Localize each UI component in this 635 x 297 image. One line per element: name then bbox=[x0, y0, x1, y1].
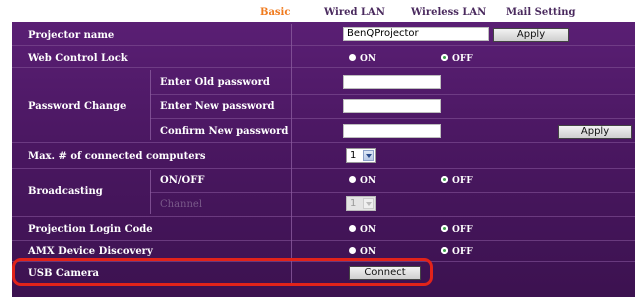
row-divider bbox=[12, 142, 635, 143]
row-divider bbox=[12, 216, 635, 217]
broadcasting-onoff-label: ON/OFF bbox=[160, 175, 205, 186]
radio-dot-icon bbox=[349, 247, 356, 254]
old-password-label: Enter Old password bbox=[160, 77, 270, 88]
column-divider bbox=[150, 70, 151, 140]
column-divider bbox=[291, 24, 292, 286]
channel-label: Channel bbox=[160, 199, 203, 210]
max-connected-select[interactable]: 1 bbox=[346, 148, 376, 163]
tab-basic[interactable]: Basic bbox=[260, 7, 290, 18]
usb-camera-highlight bbox=[12, 258, 433, 286]
web-control-lock-label: Web Control Lock bbox=[28, 53, 128, 64]
channel-select: 1 bbox=[346, 196, 376, 211]
tab-bar: Basic Wired LAN Wireless LAN Mail Settin… bbox=[0, 0, 635, 20]
row-divider bbox=[12, 240, 635, 241]
row-divider bbox=[150, 118, 635, 119]
projector-name-input[interactable]: BenQProjector bbox=[343, 27, 489, 41]
tab-wireless-lan[interactable]: Wireless LAN bbox=[411, 7, 486, 18]
password-change-label: Password Change bbox=[28, 101, 127, 112]
row-divider bbox=[12, 45, 635, 46]
tab-mail-setting[interactable]: Mail Setting bbox=[506, 7, 576, 18]
amx-discovery-label: AMX Device Discovery bbox=[28, 246, 153, 257]
projector-name-label: Projector name bbox=[28, 30, 115, 41]
radio-dot-icon bbox=[349, 54, 356, 61]
amx-on-radio[interactable]: ON bbox=[349, 247, 376, 257]
confirm-password-label: Confirm New password bbox=[160, 126, 289, 137]
radio-checked-icon bbox=[441, 247, 448, 254]
new-password-input[interactable] bbox=[343, 99, 441, 113]
broadcasting-off-radio[interactable]: OFF bbox=[441, 176, 473, 186]
max-connected-label: Max. # of connected computers bbox=[28, 151, 206, 162]
broadcasting-label: Broadcasting bbox=[28, 186, 103, 197]
row-divider bbox=[12, 67, 635, 68]
password-apply-button[interactable]: Apply bbox=[558, 125, 632, 139]
broadcasting-on-radio[interactable]: ON bbox=[349, 176, 376, 186]
radio-checked-icon bbox=[441, 54, 448, 61]
chevron-down-icon bbox=[363, 198, 374, 209]
web-control-lock-on-radio[interactable]: ON bbox=[349, 54, 376, 64]
projection-login-off-radio[interactable]: OFF bbox=[441, 225, 473, 235]
web-control-lock-off-radio[interactable]: OFF bbox=[441, 54, 473, 64]
radio-checked-icon bbox=[441, 225, 448, 232]
projection-login-on-radio[interactable]: ON bbox=[349, 225, 376, 235]
radio-dot-icon bbox=[349, 176, 356, 183]
chevron-down-icon bbox=[363, 150, 374, 161]
row-divider bbox=[150, 94, 635, 95]
radio-checked-icon bbox=[441, 176, 448, 183]
radio-dot-icon bbox=[349, 225, 356, 232]
old-password-input[interactable] bbox=[343, 75, 441, 89]
row-divider bbox=[150, 192, 635, 193]
amx-off-radio[interactable]: OFF bbox=[441, 247, 473, 257]
confirm-password-input[interactable] bbox=[343, 124, 441, 138]
tab-wired-lan[interactable]: Wired LAN bbox=[324, 7, 385, 18]
column-divider bbox=[150, 170, 151, 214]
projector-name-apply-button[interactable]: Apply bbox=[493, 28, 569, 42]
projection-login-label: Projection Login Code bbox=[28, 224, 153, 235]
new-password-label: Enter New password bbox=[160, 101, 275, 112]
row-divider bbox=[12, 168, 635, 169]
